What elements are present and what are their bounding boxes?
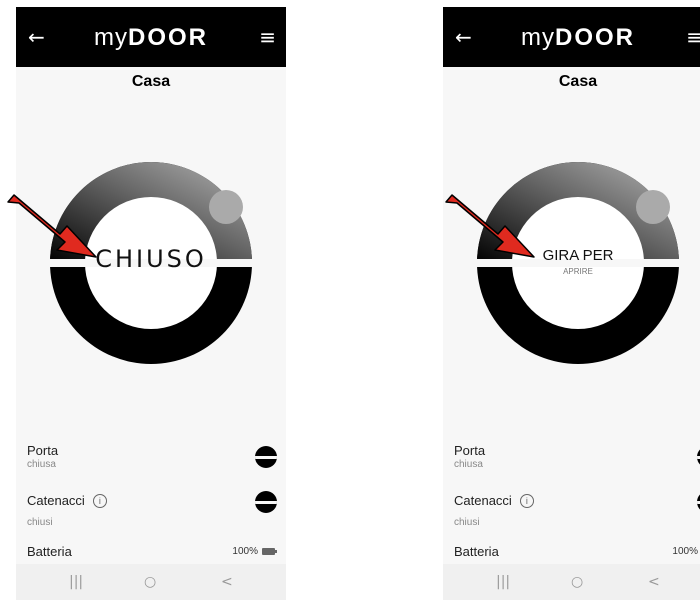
info-icon[interactable]: i <box>519 494 534 508</box>
annotation-arrow-right <box>445 194 535 258</box>
catenacci-row: Catenacci i <box>27 493 107 508</box>
batteria-label: Batteria <box>27 544 72 559</box>
porta-label: Porta <box>27 443 59 458</box>
nav-back-icon[interactable]: < <box>221 574 233 590</box>
app-bar: ← myDOOR ≡ <box>16 7 286 67</box>
dial-handle[interactable] <box>209 190 243 224</box>
android-nav-bar: ||| ○ < <box>443 564 700 600</box>
phone-screen-left: ← myDOOR ≡ Casa CHIUSO Porta chiusa Cate… <box>16 7 286 600</box>
catenacci-row: Catenacci i <box>454 493 534 508</box>
catenacci-lock-state-icon <box>255 491 277 513</box>
app-logo: myDOOR <box>94 24 208 51</box>
page-title: Casa <box>558 73 598 90</box>
home-icon[interactable]: ○ <box>571 574 583 590</box>
catenacci-label: Catenacci <box>27 493 85 508</box>
battery-level: 100% <box>672 546 698 557</box>
porta-label: Porta <box>454 443 486 458</box>
hamburger-menu-icon[interactable]: ≡ <box>686 27 700 47</box>
page-title: Casa <box>131 73 171 90</box>
app-bar: ← myDOOR ≡ <box>443 7 700 67</box>
recents-icon[interactable]: ||| <box>496 574 510 590</box>
nav-back-icon[interactable]: < <box>648 574 660 590</box>
phone-screen-right: ← myDOOR ≡ Casa GIRA PER APRIRE Porta ch… <box>443 7 700 600</box>
catenacci-label: Catenacci <box>454 493 512 508</box>
catenacci-value: chiusi <box>27 517 53 528</box>
battery-icon <box>262 548 277 555</box>
home-icon[interactable]: ○ <box>144 574 156 590</box>
android-nav-bar: ||| ○ < <box>16 564 286 600</box>
recents-icon[interactable]: ||| <box>69 574 83 590</box>
battery-level: 100% <box>232 546 258 557</box>
annotation-arrow-left <box>7 194 97 258</box>
hamburger-menu-icon[interactable]: ≡ <box>259 27 276 47</box>
catenacci-value: chiusi <box>454 517 480 528</box>
batteria-label: Batteria <box>454 544 499 559</box>
porta-value: chiusa <box>27 459 56 470</box>
porta-value: chiusa <box>454 459 483 470</box>
info-icon[interactable]: i <box>92 494 107 508</box>
dial-handle[interactable] <box>636 190 670 224</box>
porta-lock-state-icon <box>255 446 277 468</box>
app-logo: myDOOR <box>521 24 635 51</box>
